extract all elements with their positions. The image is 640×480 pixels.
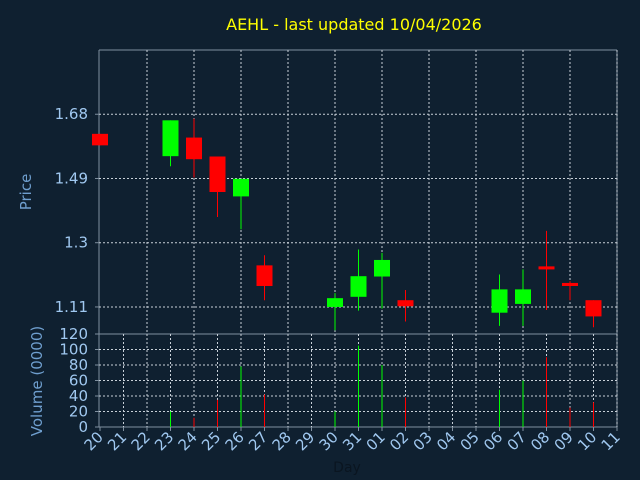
candle-body — [162, 120, 179, 157]
volume-tick-label: 60 — [69, 372, 88, 390]
candle-20 — [92, 133, 108, 146]
volume-tick-label: 80 — [69, 356, 88, 374]
price-tick-label: 1.49 — [55, 169, 88, 187]
chart-canvas: AEHL - last updated 10/04/2026 1.68 1.49 1… — [0, 0, 640, 480]
candle-body — [350, 276, 367, 297]
volume-axis-label: Volume (0000) — [28, 326, 46, 436]
candle-body — [327, 298, 343, 307]
x-axis-label: Day — [333, 460, 361, 476]
candle-body — [92, 133, 108, 146]
candle-body — [256, 265, 273, 286]
chart-title: AEHL - last updated 10/04/2026 — [226, 15, 482, 34]
price-tick-label: 1.11 — [55, 298, 88, 316]
candle-body — [374, 259, 390, 277]
volume-tick-label: 0 — [78, 418, 88, 436]
volume-tick-label: 20 — [69, 403, 88, 421]
candle-body — [186, 137, 202, 160]
candle-body — [562, 282, 578, 286]
volume-tick-label: 40 — [69, 387, 88, 405]
price-axis-label: Price — [17, 174, 35, 211]
x-tick-labels: 2021222324252627282930310102030405060708… — [81, 427, 624, 454]
candle-body — [585, 300, 602, 317]
candle-body — [515, 289, 531, 304]
candle-body — [233, 178, 249, 197]
candle-body — [538, 266, 555, 270]
chart-background — [0, 0, 640, 480]
candle-body — [397, 300, 414, 307]
candle-body — [491, 289, 508, 313]
volume-tick-label: 100 — [59, 341, 88, 359]
candle-body — [209, 156, 226, 192]
price-tick-label: 1.3 — [64, 234, 88, 252]
volume-tick-label: 120 — [59, 325, 88, 343]
price-tick-label: 1.68 — [55, 105, 88, 123]
